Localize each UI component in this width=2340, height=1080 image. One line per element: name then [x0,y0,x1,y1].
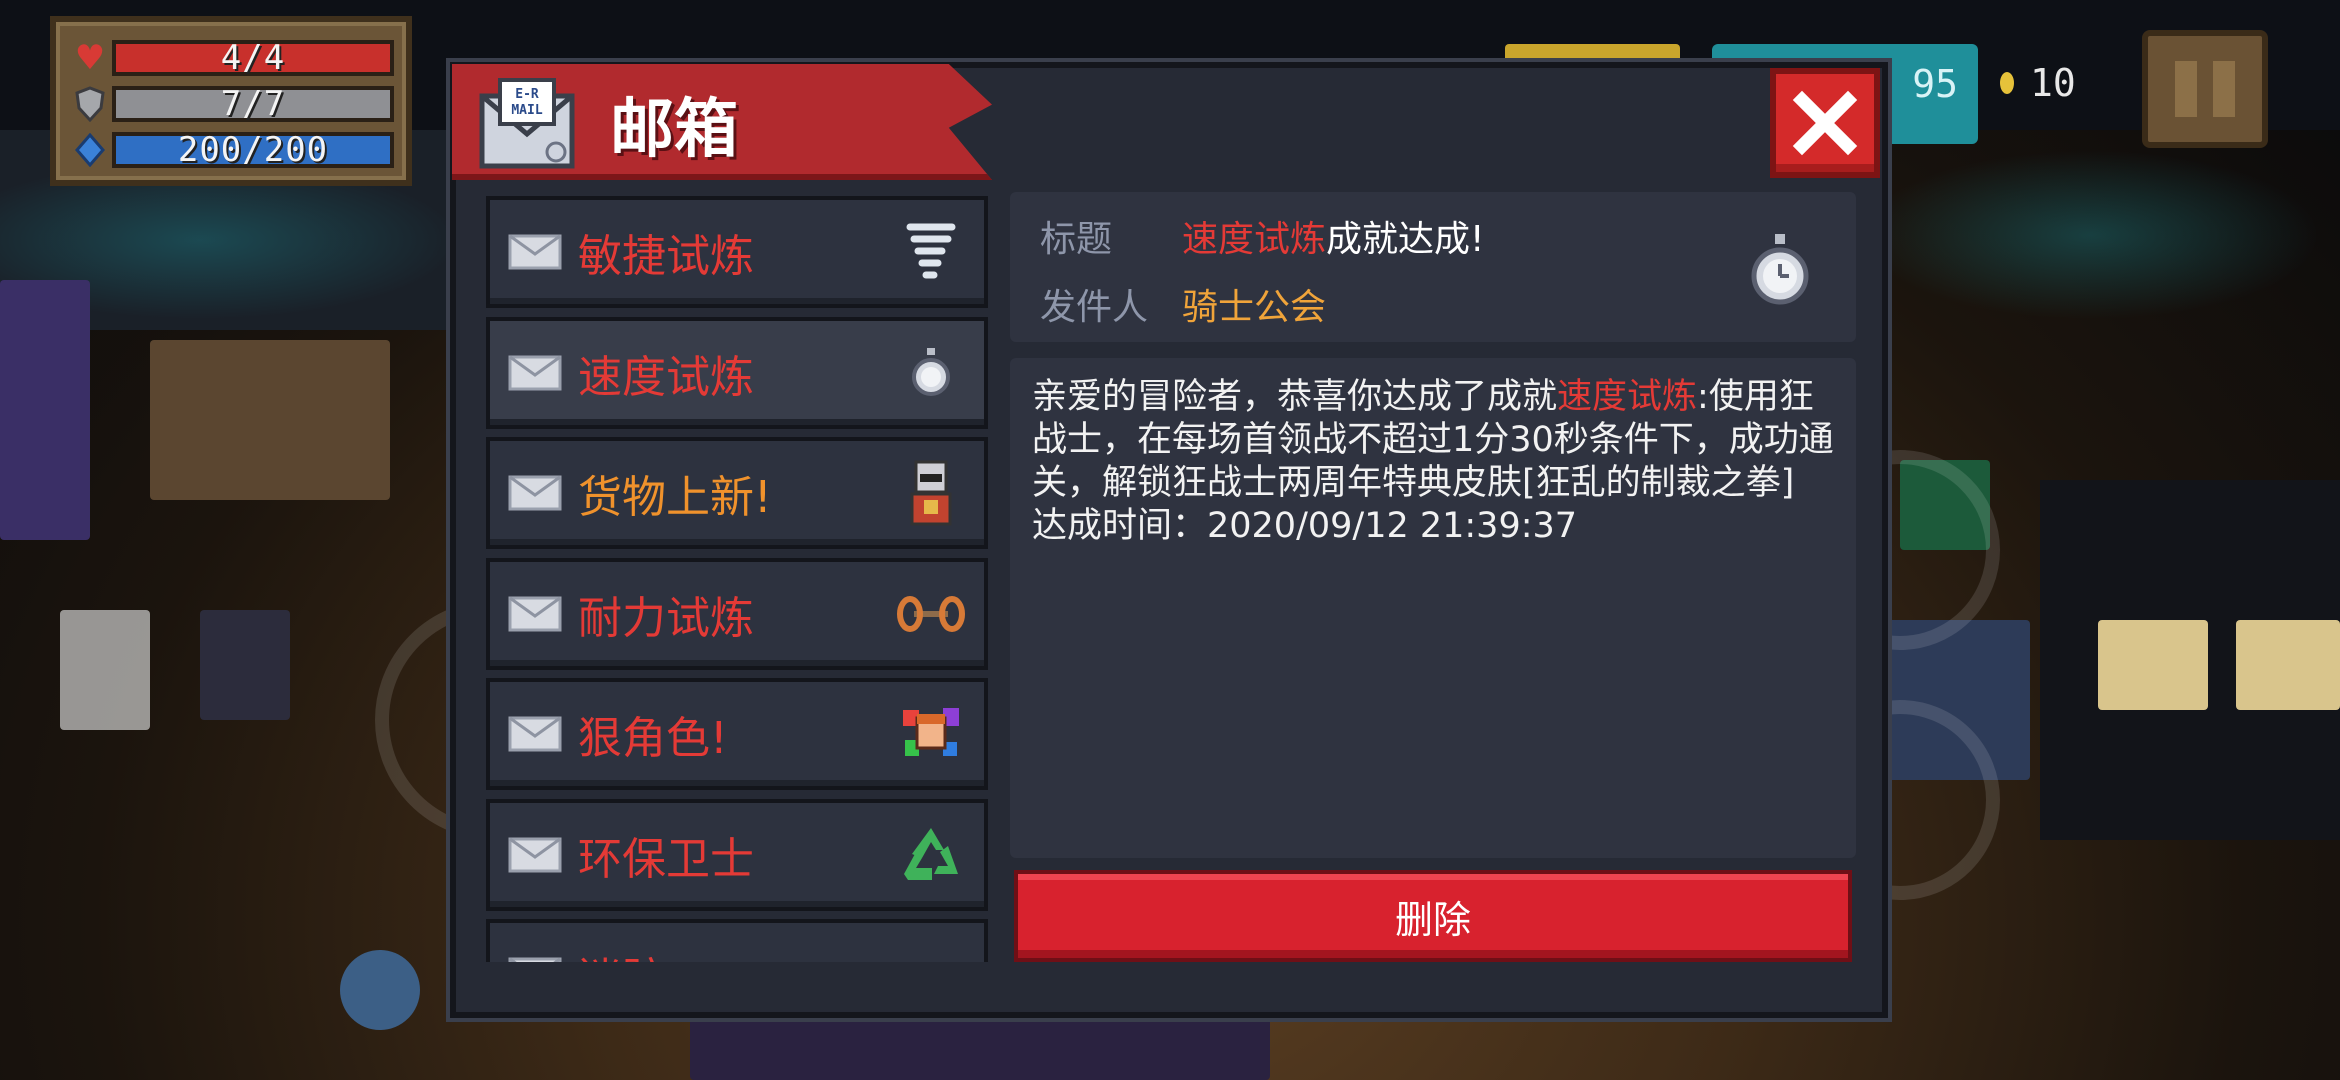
mail-list-item[interactable]: 货物上新! [486,437,988,549]
mail-list[interactable]: 敏捷试炼速度试炼货物上新! 耐力试炼狠角色! 环保卫士迷踪.。 [486,196,988,962]
mail-item-label: 狠角色! [578,713,728,764]
envelope-icon [508,355,562,391]
mail-list-item[interactable]: 狠角色! [486,678,988,790]
mail-item-label: 迷踪.。 [578,943,896,962]
mail-list-item[interactable]: 速度试炼 [486,316,988,429]
mailbox-title: 邮箱 [610,93,738,167]
close-icon [1792,90,1858,156]
gold-bar [1505,44,1680,64]
sender-value: 骑士公会 [1182,287,1327,328]
delete-button[interactable]: 删除 [1014,870,1852,962]
mail-detail-body: 亲爱的冒险者，恭喜你达成了成就速度试炼:使用狂战士，在每场首领战不超过1分30秒… [1010,358,1856,858]
coins-counter: 10 [2000,58,2076,108]
heart-icon: ♥ [74,38,106,78]
mailbox-header: E-R MAIL 邮箱 [452,64,992,180]
recycle-icon [896,820,966,890]
mail-item-label: 货物上新! [578,472,772,523]
subject-highlight: 速度试炼 [1182,219,1327,260]
pause-icon-left [2175,61,2197,117]
mail-detail-header: 标题 速度试炼成就达成! 发件人 骑士公会 [1010,192,1856,342]
energy-value: 200/200 [112,130,394,170]
envelope-icon [508,837,562,873]
close-button[interactable] [1770,68,1880,178]
energy-crystal-icon [68,130,112,170]
body-text-part1: 亲爱的冒险者，恭喜你达成了成就 [1032,377,1558,417]
mail-list-item[interactable]: 环保卫士 [486,798,988,911]
mail-icon: E-R MAIL [478,76,576,170]
stopwatch-icon [1750,232,1810,312]
envelope-icon [508,234,562,270]
envelope-icon [508,716,562,752]
dumbbell-icon [896,579,966,649]
mail-list-item[interactable]: 迷踪.。 [486,919,988,962]
mail-list-item[interactable]: 耐力试炼 [486,557,988,670]
mail-list-item[interactable]: 敏捷试炼 [486,196,988,308]
mail-icon-text-1: E-R [515,87,539,102]
envelope-icon [508,475,562,511]
shield-icon [68,84,112,124]
health-value: 4/4 [112,38,394,78]
coins-value: 10 [2030,61,2076,105]
player-stats-panel: ♥ 4/4 7/7 200/200 [50,16,412,186]
subject-rest: 成就达成! [1326,219,1485,260]
sender-key: 发件人 [1040,287,1149,328]
mail-item-label: 耐力试炼 [578,592,754,644]
envelope-icon [508,596,562,632]
achieved-time: 达成时间：2020/09/12 21:39:37 [1032,506,1578,546]
merchant-icon [896,458,966,528]
pause-button[interactable] [2142,30,2268,148]
mail-item-label: 敏捷试炼 [578,231,754,282]
stopwatch-icon [896,338,966,408]
envelope-icon [508,957,562,962]
health-row: ♥ 4/4 [68,36,394,80]
coin-icon [2000,72,2014,94]
armor-value: 7/7 [112,84,394,124]
armor-row: 7/7 [68,82,394,126]
blue-item-icon [896,940,966,962]
mail-item-label: 速度试炼 [578,351,754,403]
subject-key: 标题 [1040,219,1113,260]
energy-row: 200/200 [68,128,394,172]
mail-icon-text-2: MAIL [511,103,542,118]
pause-icon-right [2213,61,2235,117]
character-icon [896,699,966,769]
tornado-icon [896,217,966,287]
mail-item-label: 环保卫士 [578,833,754,885]
subject-value: 速度试炼成就达成! [1182,210,1484,262]
body-text-highlight: 速度试炼 [1557,377,1698,417]
gems-value: 95 [1912,62,1958,106]
